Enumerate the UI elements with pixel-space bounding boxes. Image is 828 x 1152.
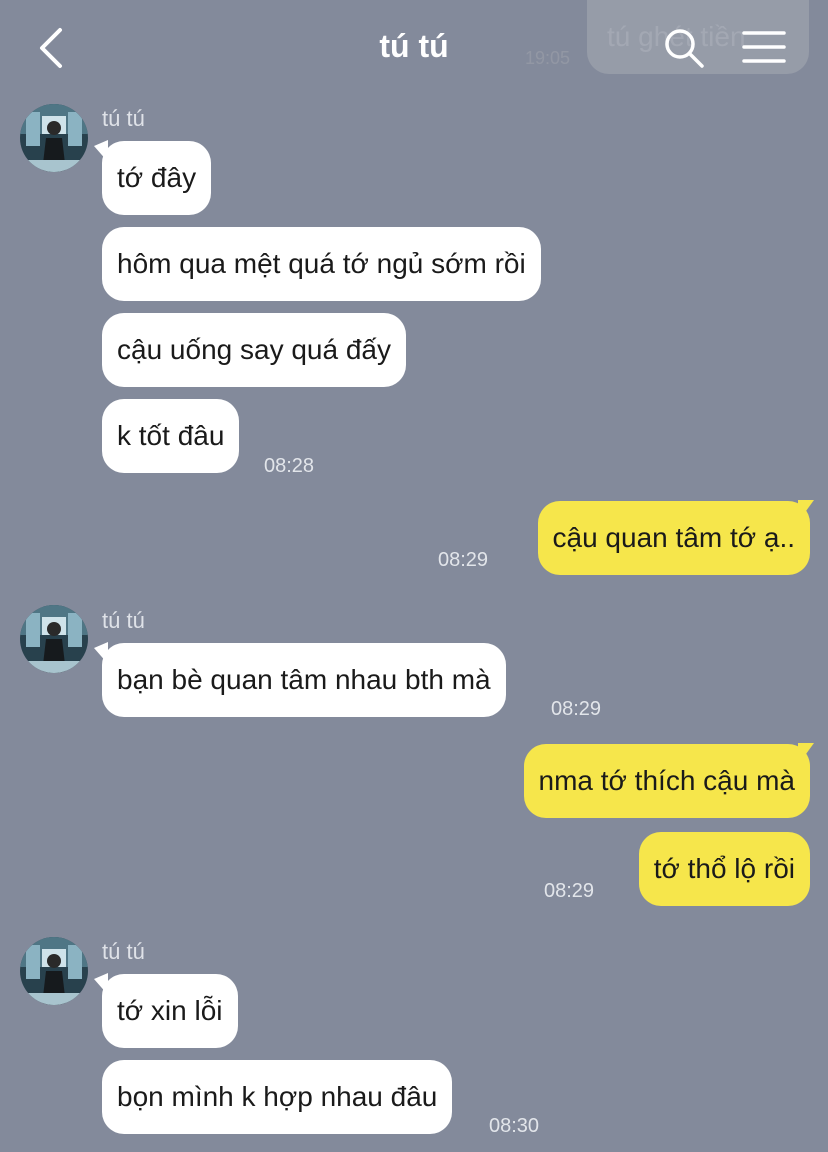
message-bubble-outgoing[interactable]: tớ thổ lộ rồi [638,832,810,906]
avatar[interactable] [20,605,88,673]
message-time: 08:28 [264,455,315,477]
message-time: 08:29 [551,698,602,720]
sender-name: tú tú [102,939,145,964]
search-button[interactable] [662,26,706,70]
menu-button[interactable] [742,28,786,68]
message-bubble[interactable]: hôm qua mệt quá tớ ngủ sớm rồi [102,227,541,301]
avatar[interactable] [20,937,88,1005]
message-time: 08:29 [438,549,489,571]
search-icon [665,29,704,68]
message-bubble[interactable]: bạn bè quan tâm nhau bth mà [102,643,506,717]
sender-name: tú tú [102,608,145,633]
message-bubble[interactable]: tớ xin lỗi [102,974,238,1048]
message-bubble[interactable]: tớ đây [102,141,212,215]
message-bubble[interactable]: bọn mình k hợp nhau đâu [102,1060,453,1134]
hamburger-menu-icon [742,31,786,63]
avatar[interactable] [20,104,88,172]
message-time: 08:30 [489,1115,540,1137]
chat-header: tú tú [0,0,828,96]
bubble-tail [798,743,814,765]
message-bubble[interactable]: k tốt đâu [102,399,240,473]
message-time: 08:29 [544,880,595,902]
sender-name: tú tú [102,106,145,131]
message-bubble-outgoing[interactable]: nma tớ thích cậu mà [523,744,810,818]
message-bubble-outgoing[interactable]: cậu quan tâm tớ ạ.. [537,501,810,575]
bubble-tail [798,500,814,522]
message-bubble[interactable]: cậu uống say quá đấy [102,313,406,387]
